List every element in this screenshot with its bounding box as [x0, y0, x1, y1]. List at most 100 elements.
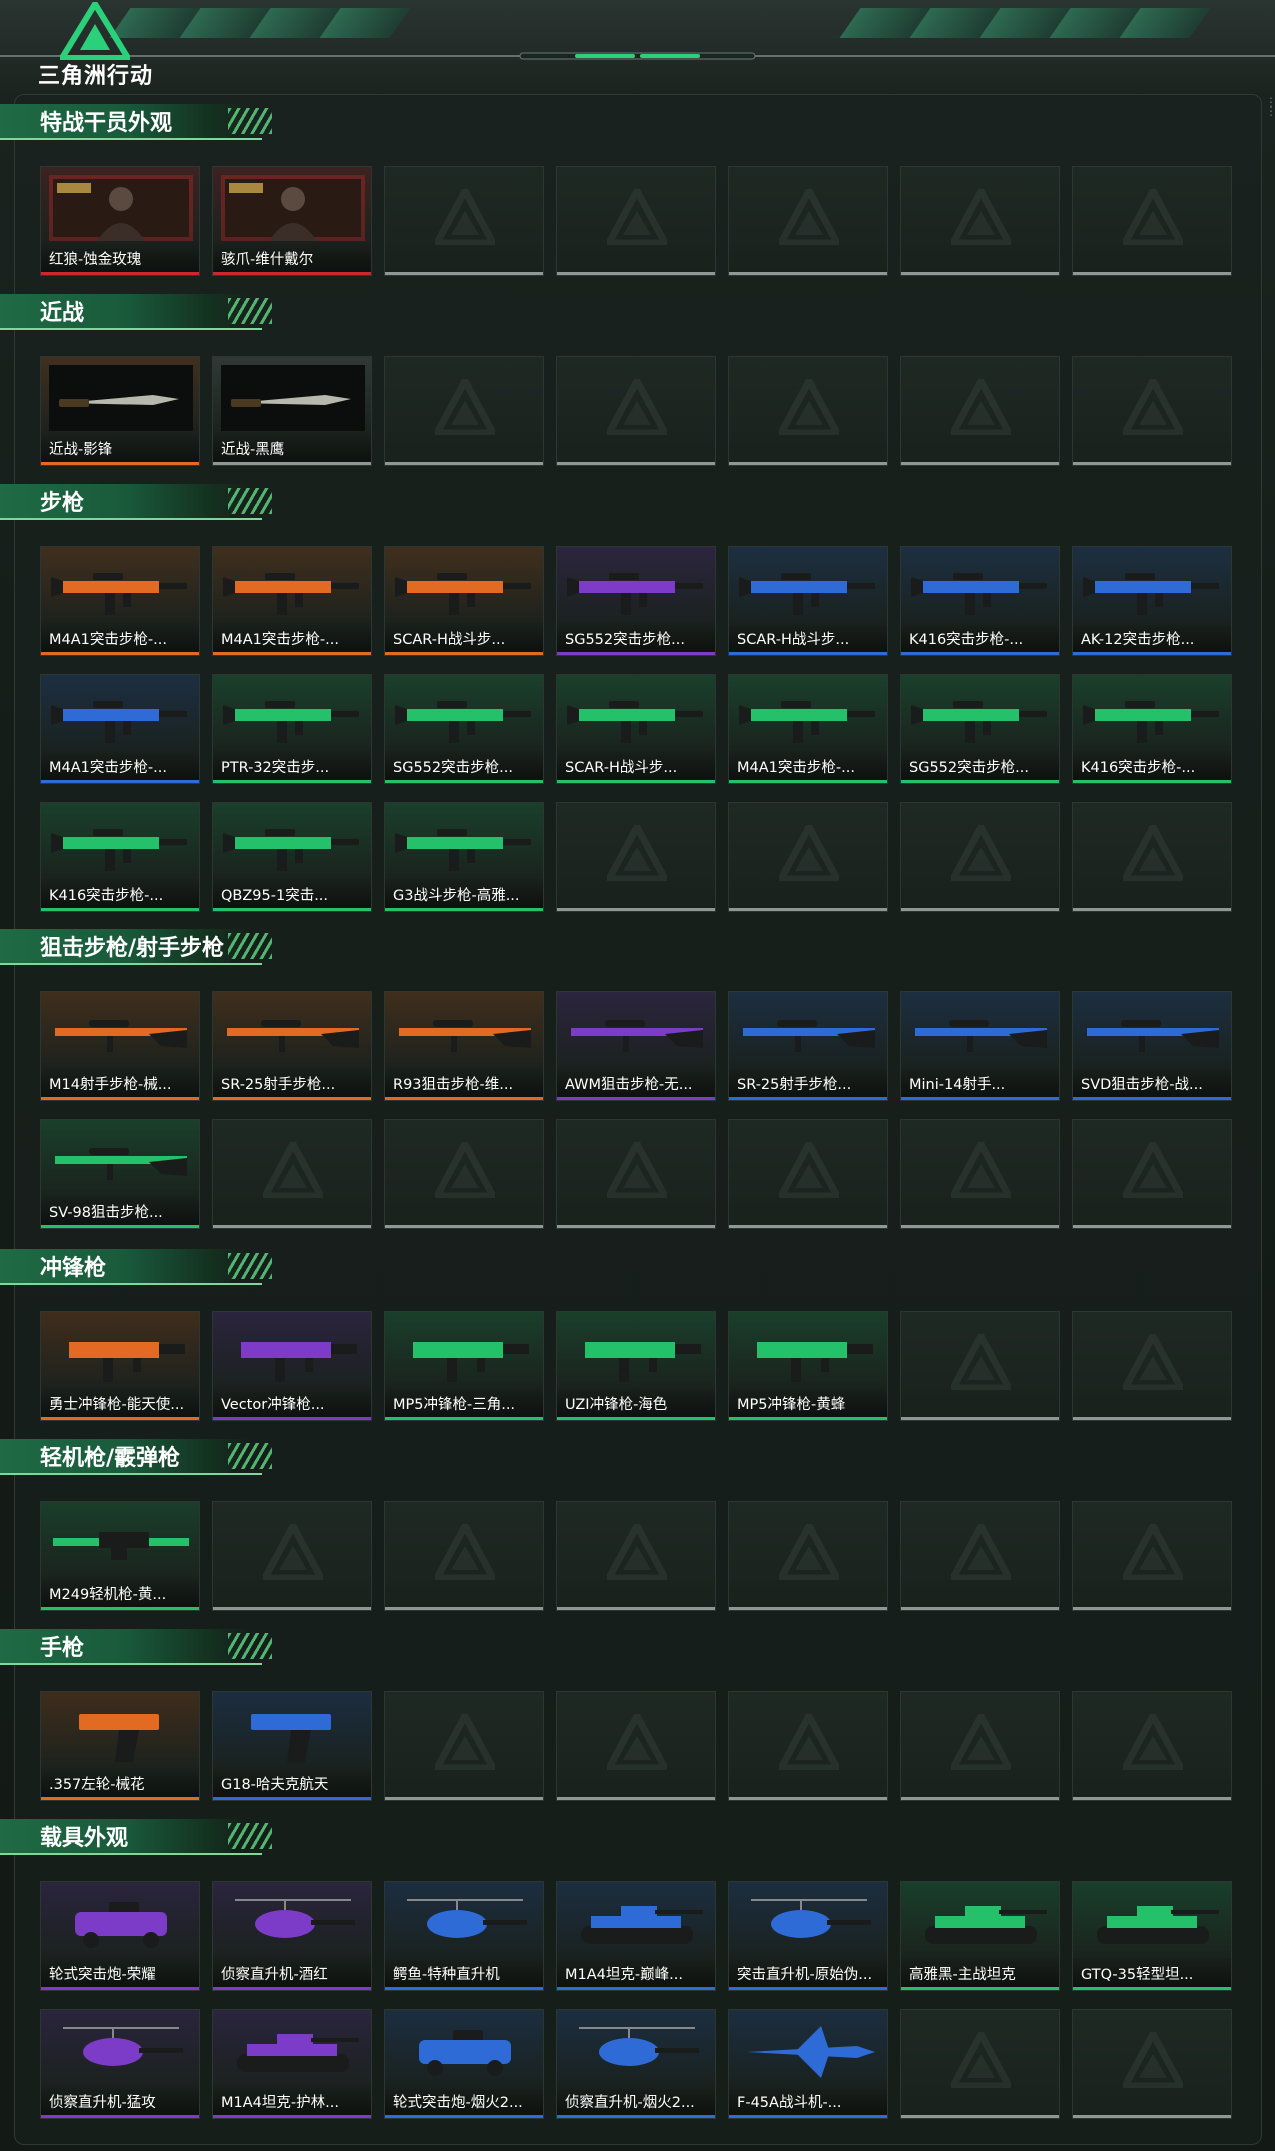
- skin-name: 骇爪-维什戴尔: [221, 252, 314, 268]
- skin-card[interactable]: SG552突击步枪...: [384, 674, 544, 784]
- skin-card[interactable]: SCAR-H战斗步...: [728, 546, 888, 656]
- slot-underline: [901, 2115, 1059, 2118]
- skin-card[interactable]: M4A1突击步枪-...: [40, 546, 200, 656]
- skin-card[interactable]: 近战-黑鹰: [212, 356, 372, 466]
- empty-slot: [900, 1119, 1060, 1229]
- skin-card[interactable]: SG552突击步枪...: [900, 674, 1060, 784]
- empty-slot: [1072, 2009, 1232, 2119]
- skin-card[interactable]: M249轻机枪-黄...: [40, 1501, 200, 1611]
- top-banner: 三角洲行动: [0, 0, 1275, 92]
- tank-icon: [909, 1890, 1053, 1956]
- skin-card[interactable]: SV-98狙击步枪...: [40, 1119, 200, 1229]
- placeholder-logo-icon: [775, 373, 843, 437]
- skin-card[interactable]: SCAR-H战斗步...: [384, 546, 544, 656]
- skin-card[interactable]: 勇士冲锋枪-能天使...: [40, 1311, 200, 1421]
- skin-card[interactable]: K416突击步枪-...: [900, 546, 1060, 656]
- skin-card[interactable]: SVD狙击步枪-战...: [1072, 991, 1232, 1101]
- skin-name: 近战-黑鹰: [221, 442, 285, 458]
- skin-card[interactable]: K416突击步枪-...: [1072, 674, 1232, 784]
- section-title: 近战: [40, 301, 85, 326]
- rarity-bar: [385, 780, 543, 783]
- scrollbar-handle[interactable]: ⋮ ⋮: [1265, 96, 1275, 158]
- placeholder-logo-icon: [947, 1328, 1015, 1392]
- skin-name: K416突击步枪-...: [909, 632, 1024, 648]
- rarity-bar: [41, 1225, 199, 1228]
- skin-card[interactable]: 红狼-蚀金玫瑰: [40, 166, 200, 276]
- empty-slot: [900, 2009, 1060, 2119]
- skin-card[interactable]: M1A4坦克-护林...: [212, 2009, 372, 2119]
- sniper-icon: [49, 1000, 193, 1066]
- skin-name: K416突击步枪-...: [49, 888, 164, 904]
- helicopter-icon: [393, 1890, 537, 1956]
- empty-slot: [1072, 166, 1232, 276]
- placeholder-logo-icon: [947, 819, 1015, 883]
- skin-card[interactable]: UZI冲锋枪-海色: [556, 1311, 716, 1421]
- placeholder-logo-icon: [1119, 1136, 1187, 1200]
- skin-card[interactable]: G3战斗步枪-高雅...: [384, 802, 544, 912]
- rarity-bar: [213, 2115, 371, 2118]
- section-header-hatch: [228, 1823, 272, 1849]
- tank-icon: [221, 2018, 365, 2084]
- rarity-bar: [1073, 652, 1231, 655]
- skin-card[interactable]: SR-25射手步枪...: [728, 991, 888, 1101]
- slot-underline: [1073, 1607, 1231, 1610]
- slot-underline: [729, 1225, 887, 1228]
- skin-name: K416突击步枪-...: [1081, 760, 1196, 776]
- skin-card[interactable]: R93狙击步枪-维...: [384, 991, 544, 1101]
- skin-card[interactable]: 近战-影锋: [40, 356, 200, 466]
- skin-card[interactable]: M4A1突击步枪-...: [212, 546, 372, 656]
- rifle-icon: [221, 811, 365, 877]
- skin-card[interactable]: Mini-14射手...: [900, 991, 1060, 1101]
- skin-card[interactable]: F-45A战斗机-...: [728, 2009, 888, 2119]
- skin-card[interactable]: Vector冲锋枪...: [212, 1311, 372, 1421]
- rarity-bar: [729, 1097, 887, 1100]
- skin-card[interactable]: GTQ-35轻型坦...: [1072, 1881, 1232, 1991]
- skin-card[interactable]: SCAR-H战斗步...: [556, 674, 716, 784]
- skin-card[interactable]: 侦察直升机-猛攻: [40, 2009, 200, 2119]
- skin-card[interactable]: 轮式突击炮-烟火2...: [384, 2009, 544, 2119]
- skin-card[interactable]: QBZ95-1突击...: [212, 802, 372, 912]
- jet-icon: [737, 2018, 881, 2084]
- skin-card[interactable]: 轮式突击炮-荣耀: [40, 1881, 200, 1991]
- slot-underline: [729, 1607, 887, 1610]
- rarity-bar: [901, 1097, 1059, 1100]
- empty-slot: [728, 166, 888, 276]
- sniper-icon: [909, 1000, 1053, 1066]
- skin-card[interactable]: 鳄鱼-特种直升机: [384, 1881, 544, 1991]
- skin-card[interactable]: M14射手步枪-械...: [40, 991, 200, 1101]
- skin-card[interactable]: MP5冲锋枪-黄蜂: [728, 1311, 888, 1421]
- skin-card[interactable]: K416突击步枪-...: [40, 802, 200, 912]
- skin-card[interactable]: M1A4坦克-巅峰...: [556, 1881, 716, 1991]
- skin-name: M1A4坦克-护林...: [221, 2095, 339, 2111]
- skin-card[interactable]: 高雅黑-主战坦克: [900, 1881, 1060, 1991]
- section-header: 冲锋枪: [0, 1245, 276, 1287]
- skin-name: R93狙击步枪-维...: [393, 1077, 514, 1093]
- skin-card[interactable]: MP5冲锋枪-三角...: [384, 1311, 544, 1421]
- skin-card[interactable]: M4A1突击步枪-...: [40, 674, 200, 784]
- skin-card[interactable]: SG552突击步枪...: [556, 546, 716, 656]
- empty-slot: [556, 356, 716, 466]
- slot-underline: [557, 1607, 715, 1610]
- slot-underline: [901, 272, 1059, 275]
- skin-card[interactable]: M4A1突击步枪-...: [728, 674, 888, 784]
- skin-card[interactable]: 骇爪-维什戴尔: [212, 166, 372, 276]
- section-header-underline: [0, 328, 262, 330]
- skin-card[interactable]: PTR-32突击步...: [212, 674, 372, 784]
- rifle-icon: [393, 683, 537, 749]
- skin-card[interactable]: G18-哈夫克航天: [212, 1691, 372, 1801]
- skin-card[interactable]: 侦察直升机-烟火2...: [556, 2009, 716, 2119]
- skin-card[interactable]: AK-12突击步枪...: [1072, 546, 1232, 656]
- skin-card[interactable]: SR-25射手步枪...: [212, 991, 372, 1101]
- rarity-bar: [1073, 1097, 1231, 1100]
- skin-name: 侦察直升机-猛攻: [49, 2095, 156, 2111]
- slot-underline: [213, 1607, 371, 1610]
- skin-card[interactable]: 突击直升机-原始伪...: [728, 1881, 888, 1991]
- skin-card[interactable]: .357左轮-械花: [40, 1691, 200, 1801]
- section-header: 手枪: [0, 1625, 276, 1667]
- skin-name: M4A1突击步枪-...: [49, 760, 167, 776]
- rifle-icon: [737, 683, 881, 749]
- skin-card[interactable]: 侦察直升机-酒红: [212, 1881, 372, 1991]
- placeholder-logo-icon: [775, 183, 843, 247]
- skin-card[interactable]: AWM狙击步枪-无...: [556, 991, 716, 1101]
- placeholder-logo-icon: [775, 1518, 843, 1582]
